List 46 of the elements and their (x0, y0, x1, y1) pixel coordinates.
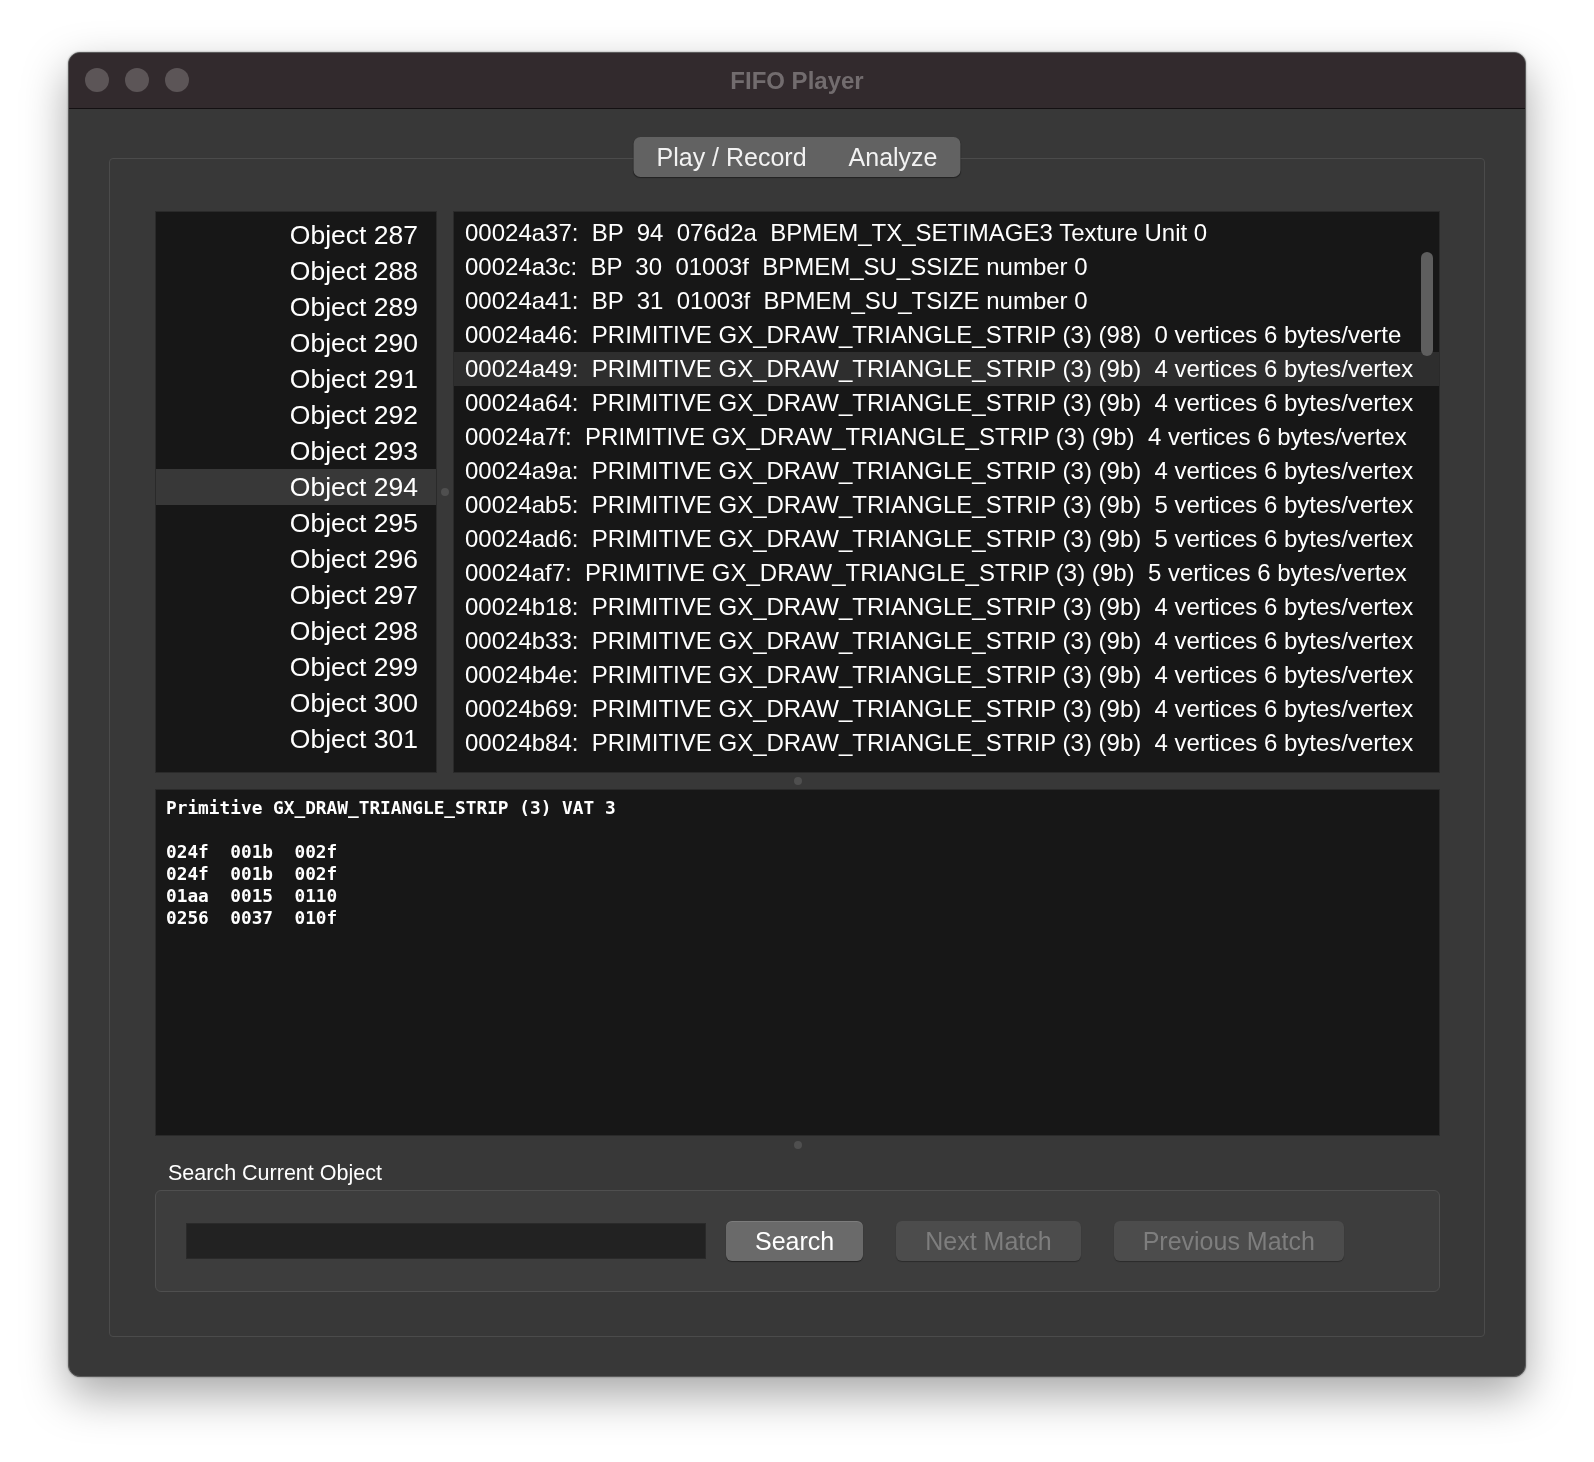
command-list-item[interactable]: 00024a9a: PRIMITIVE GX_DRAW_TRIANGLE_STRIP (3) (9b) 4 vertices 6 bytes/vertex (454, 454, 1439, 488)
object-list-item[interactable]: Object 292 (156, 397, 436, 433)
command-list-item[interactable]: 00024b69: PRIMITIVE GX_DRAW_TRIANGLE_STRIP (3) (9b) 4 vertices 6 bytes/vertex (454, 692, 1439, 726)
object-list-item[interactable]: Object 291 (156, 361, 436, 397)
vertex-data-row-text: 024f 001b 002f (166, 841, 339, 863)
object-list-item[interactable]: Object 296 (156, 541, 436, 577)
vertex-data-row-text: 024f 001b 002f (166, 863, 339, 885)
object-list-item[interactable]: Object 287 (156, 217, 436, 253)
object-list-item[interactable]: Object 293 (156, 433, 436, 469)
close-button[interactable] (85, 68, 109, 92)
object-list-item[interactable]: Object 297 (156, 577, 436, 613)
object-list-item[interactable]: Object 288 (156, 253, 436, 289)
command-list-item[interactable]: 00024b4e: PRIMITIVE GX_DRAW_TRIANGLE_STRIP (3) (9b) 4 vertices 6 bytes/vertex (454, 658, 1439, 692)
tab[interactable]: Play / Record (635, 139, 828, 175)
vertex-data-row-text: 01aa 0015 0110 (166, 885, 339, 907)
scrollbar-thumb[interactable] (1421, 252, 1433, 356)
object-list-item[interactable]: Object 295 (156, 505, 436, 541)
command-list-item[interactable]: 00024a41: BP 31 01003f BPMEM_SU_TSIZE number 0 (454, 284, 1439, 318)
object-list-item[interactable]: Object 289 (156, 289, 436, 325)
command-list-item[interactable]: 00024a7f: PRIMITIVE GX_DRAW_TRIANGLE_STRIP (3) (9b) 4 vertices 6 bytes/vertex (454, 420, 1439, 454)
object-list-item[interactable]: Object 299 (156, 649, 436, 685)
command-list-item[interactable]: 00024a64: PRIMITIVE GX_DRAW_TRIANGLE_STRIP (3) (9b) 4 vertices 6 bytes/vertex (454, 386, 1439, 420)
command-list-item[interactable]: 00024a49: PRIMITIVE GX_DRAW_TRIANGLE_STRIP (3) (9b) 4 vertices 6 bytes/vertex (454, 352, 1439, 386)
minimize-button[interactable] (125, 68, 149, 92)
command-list-item[interactable]: 00024a46: PRIMITIVE GX_DRAW_TRIANGLE_STRIP (3) (98) 0 vertices 6 bytes/verte (454, 318, 1439, 352)
object-list-item[interactable]: Object 298 (156, 613, 436, 649)
vertex-data-row-text: 0256 0037 010f (166, 907, 339, 929)
window-title: FIFO Player (730, 66, 864, 95)
search-field[interactable] (186, 1223, 706, 1259)
command-list-item[interactable]: 00024b18: PRIMITIVE GX_DRAW_TRIANGLE_STRIP (3) (9b) 4 vertices 6 bytes/vertex (454, 590, 1439, 624)
command-list-item[interactable]: 00024b33: PRIMITIVE GX_DRAW_TRIANGLE_STRIP (3) (9b) 4 vertices 6 bytes/vertex (454, 624, 1439, 658)
object-list-item[interactable]: Object 294 (156, 469, 436, 505)
search-group-label: Search Current Object (167, 1161, 382, 1185)
command-list-item[interactable]: 00024b84: PRIMITIVE GX_DRAW_TRIANGLE_STRIP (3) (9b) 4 vertices 6 bytes/vertex (454, 726, 1439, 760)
tab[interactable]: Analyze (827, 139, 959, 175)
command-list-item[interactable]: 00024ab5: PRIMITIVE GX_DRAW_TRIANGLE_STRIP (3) (9b) 5 vertices 6 bytes/vertex (454, 488, 1439, 522)
detail-header: Primitive GX_DRAW_TRIANGLE_STRIP (3) VAT 3 (166, 797, 617, 819)
command-list-item[interactable]: 00024a3c: BP 30 01003f BPMEM_SU_SSIZE number 0 (454, 250, 1439, 284)
zoom-button[interactable] (165, 68, 189, 92)
object-list-item[interactable]: Object 301 (156, 721, 436, 757)
command-list-item[interactable]: 00024ad6: PRIMITIVE GX_DRAW_TRIANGLE_STRIP (3) (9b) 5 vertices 6 bytes/vertex (454, 522, 1439, 556)
command-list-item[interactable]: 00024a37: BP 94 076d2a BPMEM_TX_SETIMAGE3 Texture Unit 0 (454, 216, 1439, 250)
object-list-item[interactable]: Object 300 (156, 685, 436, 721)
object-list-item[interactable]: Object 290 (156, 325, 436, 361)
search-action-button[interactable]: Search (726, 1221, 864, 1261)
command-list-item[interactable]: 00024af7: PRIMITIVE GX_DRAW_TRIANGLE_STRIP (3) (9b) 5 vertices 6 bytes/vertex (454, 556, 1439, 590)
